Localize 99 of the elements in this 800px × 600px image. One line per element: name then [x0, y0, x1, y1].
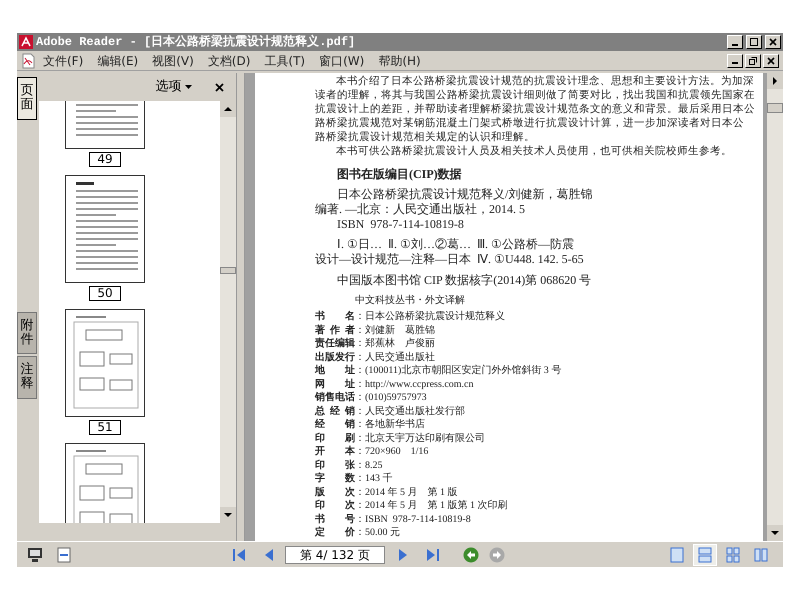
field-label: 网 址: [315, 378, 355, 391]
field-value: ：ISBN 978-7-114-10819-8: [355, 512, 471, 526]
field-label: 印 刷: [315, 432, 355, 445]
scroll-down-icon[interactable]: [767, 525, 783, 541]
maximize-icon: [750, 38, 758, 46]
field-value: ：720×960 1/16: [355, 445, 428, 458]
page-thumbnail[interactable]: [65, 309, 145, 417]
view-mode-button[interactable]: [693, 544, 717, 566]
field-label: 著 作 者: [315, 324, 355, 337]
field-value: ：2014 年 5 月 第 1 版第 1 次印刷: [355, 499, 508, 512]
page-number-label: 50: [89, 286, 121, 301]
minimize-icon: [731, 62, 739, 64]
maximize-button[interactable]: [746, 35, 762, 49]
cip-line: 设计—设计规范—注释—日本 Ⅳ. ①U448. 142. 5-65: [315, 252, 585, 267]
field-value: ：人民交通出版社发行部: [355, 404, 465, 418]
page-number-label: 51: [89, 420, 121, 435]
paragraph-line: 路桥梁抗震设计规范相关规定的认识和理解。: [315, 131, 536, 145]
first-page-icon[interactable]: [231, 546, 247, 562]
field-label: 定 价: [315, 526, 355, 540]
cip-number: 中国版本图书馆 CIP 数据核字(2014)第 068620 号: [336, 272, 592, 289]
document-icon: [21, 52, 35, 68]
restore-icon: [749, 56, 757, 64]
monitor-icon[interactable]: [27, 546, 43, 562]
menu-item[interactable]: 帮助(H): [372, 52, 427, 70]
paragraph-line: 抗震设计上的差距，并帮助读者理解桥梁抗震设计规范条文的意义和背景。最后采用日本公: [315, 103, 755, 117]
field-value: ：8.25: [355, 458, 382, 472]
page-icon[interactable]: [57, 546, 71, 562]
close-icon: [767, 56, 775, 64]
field-label: 字 数: [315, 472, 355, 486]
document-restore-button[interactable]: [745, 54, 761, 68]
document-minimize-button[interactable]: [727, 54, 743, 68]
field-label: 总 经 销: [315, 404, 355, 418]
window-title: Adobe Reader - [日本公路桥梁抗震设计规范释义.pdf]: [36, 34, 356, 51]
close-icon: [214, 82, 224, 92]
field-value: ：刘健新 葛胜锦: [355, 324, 435, 337]
field-label: 印 次: [315, 499, 355, 512]
field-label: 经 销: [315, 418, 355, 432]
field-value: ：50.00 元: [355, 526, 400, 540]
layout-icon: [670, 546, 684, 562]
scroll-up-icon[interactable]: [220, 101, 236, 117]
field-label: 地 址: [315, 364, 355, 378]
side-tab[interactable]: 注释: [17, 356, 37, 399]
document-close-button[interactable]: [763, 54, 779, 68]
scrollbar[interactable]: [767, 73, 783, 541]
series-title: 中文科技丛书・外文译解: [354, 294, 466, 308]
field-value: ：143 千: [355, 472, 392, 486]
cip-line: 编著. —北京：人民交通出版社，2014. 5: [315, 202, 526, 217]
minimize-button[interactable]: [727, 35, 743, 49]
cip-line: Ⅰ. ①日… Ⅱ. ①刘…②葛… Ⅲ. ①公路桥—防震: [336, 237, 575, 252]
cip-line: ISBN 978-7-114-10819-8: [336, 217, 465, 232]
field-value: ：(100011)北京市朝阳区安定门外外馆斜街 3 号: [355, 364, 562, 378]
close-button[interactable]: [765, 35, 781, 49]
cip-heading: 图书在版编目(CIP)数据: [336, 166, 463, 183]
field-value: ：北京天宇万达印刷有限公司: [355, 432, 485, 445]
field-label: 书 名: [315, 310, 355, 324]
layout-icon: [726, 546, 740, 562]
field-value: ：日本公路桥梁抗震设计规范释义: [355, 310, 505, 324]
menu-item[interactable]: 工具(T): [258, 52, 312, 70]
field-value: ：http://www.ccpress.com.cn: [355, 378, 474, 391]
layout-icon: [698, 546, 712, 562]
field-label: 版 次: [315, 486, 355, 499]
page-thumbnail[interactable]: [65, 443, 145, 523]
paragraph-line: 路桥梁抗震规范对某钢筋混凝土门架式桥墩进行抗震设计计算，进一步加深读者对日本公: [315, 117, 745, 131]
field-label: 开 本: [315, 445, 355, 458]
field-value: ：2014 年 5 月 第 1 版: [355, 486, 458, 499]
side-tab[interactable]: 页面: [17, 77, 37, 120]
page-thumbnail[interactable]: [65, 175, 145, 283]
caret-icon: [185, 85, 192, 89]
scroll-thumb[interactable]: [220, 267, 236, 274]
menu-item[interactable]: 文件(F): [37, 52, 90, 70]
field-value: ：各地新华书店: [355, 418, 425, 432]
field-value: ：(010)59757973: [355, 391, 427, 404]
menu-item[interactable]: 窗口(W): [313, 52, 370, 70]
field-label: 责任编辑: [315, 337, 355, 350]
field-label: 书 号: [315, 512, 355, 526]
scroll-thumb[interactable]: [767, 103, 783, 113]
menu-item[interactable]: 文档(D): [202, 52, 256, 70]
field-label: 销售电话: [315, 391, 355, 404]
options-dropdown[interactable]: 选项: [155, 77, 192, 97]
close-icon: [769, 38, 777, 46]
cip-line: 日本公路桥梁抗震设计规范释义/刘健新，葛胜锦: [336, 187, 594, 202]
scroll-right-icon[interactable]: [767, 73, 783, 89]
page-number-field[interactable]: 第 4/ 132 页: [285, 546, 385, 564]
layout-icon: [754, 546, 768, 562]
field-value: ：郑蕉林 卢俊丽: [355, 337, 435, 350]
field-value: ：人民交通出版社: [355, 350, 435, 364]
paragraph-line: 读者的理解，将其与我国公路桥梁抗震设计细则做了简要对比，找出我国和抗震领先国家在: [315, 89, 755, 103]
field-label: 出版发行: [315, 350, 355, 364]
field-label: 印 张: [315, 458, 355, 472]
scroll-down-icon[interactable]: [220, 507, 236, 523]
menu-item[interactable]: 视图(V): [146, 52, 200, 70]
paragraph-line: 本书介绍了日本公路桥梁抗震设计规范的抗震设计理念、思想和主要设计方法。为加深: [335, 75, 755, 89]
page-number-label: 49: [89, 152, 121, 167]
app-logo-icon: [19, 35, 33, 49]
side-tab[interactable]: 附件: [17, 312, 37, 354]
paragraph-line: 本书可供公路桥梁抗震设计人员及相关技术人员使用，也可供相关院校师生参考。: [335, 145, 733, 159]
menu-item[interactable]: 编辑(E): [91, 52, 144, 70]
last-page-icon[interactable]: [425, 546, 441, 562]
minimize-icon: [731, 44, 739, 46]
